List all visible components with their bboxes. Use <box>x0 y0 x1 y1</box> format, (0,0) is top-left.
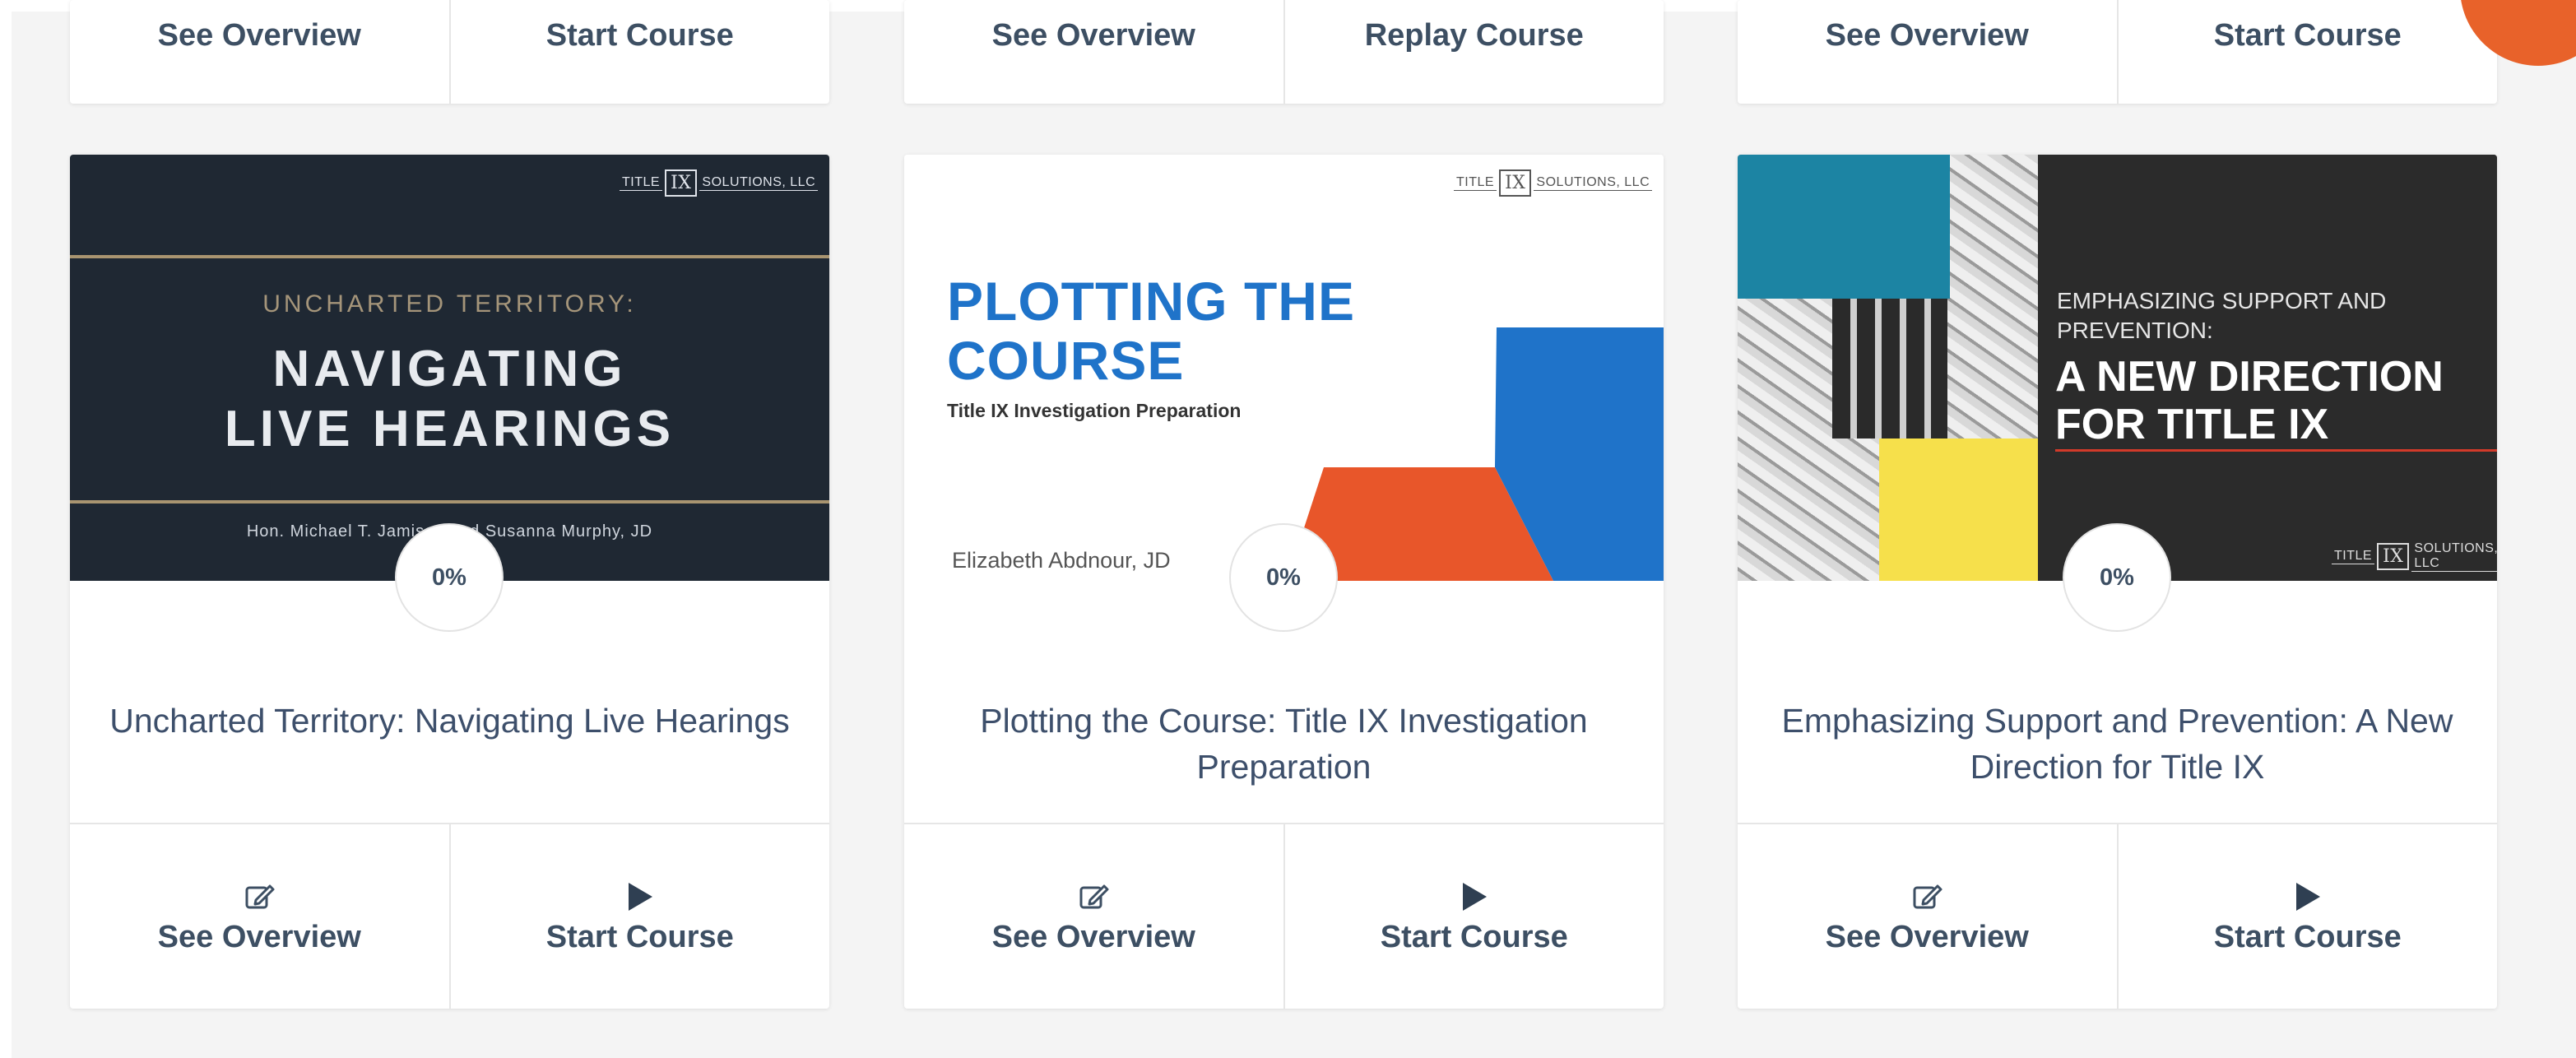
thumbnail-heading-line1: PLOTTING THE <box>947 271 1355 332</box>
see-overview-button[interactable]: See Overview <box>1738 0 2117 104</box>
card-actions: See Overview Start Course <box>70 823 829 1009</box>
thumbnail-heading-line1: A NEW DIRECTION <box>2055 353 2444 401</box>
title-ix-solutions-logo: TITLE IX SOLUTIONS, LLC <box>620 169 819 197</box>
thumbnail-subtitle: Title IX Investigation Preparation <box>947 400 1242 421</box>
thumbnail-kicker: UNCHARTED TERRITORY: <box>262 290 637 318</box>
card-actions: See Overview Start Course <box>1738 0 2497 104</box>
title-ix-solutions-logo: TITLE IX SOLUTIONS, LLC <box>2332 541 2497 572</box>
card-actions: See Overview Start Course <box>1738 823 2497 1009</box>
progress-badge: 0% <box>395 523 504 632</box>
gold-rule-bottom <box>70 500 829 503</box>
course-card-top-2: See Overview Replay Course <box>904 0 1664 104</box>
see-overview-button[interactable]: See Overview <box>1738 824 2117 1009</box>
progress-badge: 0% <box>2063 523 2171 632</box>
course-thumbnail[interactable]: TITLE IX SOLUTIONS, LLC UNCHARTED TERRIT… <box>70 155 829 581</box>
play-icon <box>626 879 654 915</box>
start-course-label: Start Course <box>1380 919 1568 954</box>
course-card-navigating-live-hearings: TITLE IX SOLUTIONS, LLC UNCHARTED TERRIT… <box>70 155 829 1009</box>
see-overview-label: See Overview <box>1825 17 2029 53</box>
collage-yellow-square <box>1879 439 2038 581</box>
thumbnail-heading-line2: LIVE HEARINGS <box>224 401 675 457</box>
logo-text-right: SOLUTIONS, LLC <box>699 175 819 191</box>
collage-puzzle <box>1832 299 1947 439</box>
start-course-button[interactable]: Start Course <box>448 0 830 104</box>
see-overview-label: See Overview <box>1825 919 2029 954</box>
start-course-label: Start Course <box>545 17 734 53</box>
course-card-new-direction-title-ix: EMPHASIZING SUPPORT AND PREVENTION: A NE… <box>1738 155 2497 1009</box>
course-title[interactable]: Uncharted Territory: Navigating Live Hea… <box>103 698 796 744</box>
start-course-button[interactable]: Start Course <box>2116 0 2498 104</box>
logo-ix: IX <box>2377 543 2410 570</box>
course-card-top-3: See Overview Start Course <box>1738 0 2497 104</box>
logo-ix: IX <box>665 169 698 197</box>
replay-course-label: Replay Course <box>1364 17 1584 53</box>
play-icon <box>2294 879 2322 915</box>
edit-icon <box>1910 879 1943 915</box>
red-rule <box>2055 449 2497 452</box>
start-course-label: Start Course <box>2213 17 2402 53</box>
course-thumbnail[interactable]: EMPHASIZING SUPPORT AND PREVENTION: A NE… <box>1738 155 2497 581</box>
logo-text-left: TITLE <box>2332 549 2375 564</box>
card-actions: See Overview Start Course <box>70 0 829 104</box>
start-course-label: Start Course <box>545 919 734 954</box>
see-overview-button[interactable]: See Overview <box>70 824 449 1009</box>
gold-rule-top <box>70 255 829 258</box>
thumbnail-heading-line2: COURSE <box>947 330 1185 391</box>
thumbnail-heading-line1: NAVIGATING <box>272 341 627 397</box>
start-course-button[interactable]: Start Course <box>1283 824 1664 1009</box>
edit-icon <box>243 879 276 915</box>
collage-teal-square <box>1738 155 1950 299</box>
left-edge <box>0 0 12 1058</box>
see-overview-label: See Overview <box>157 919 361 954</box>
start-course-button[interactable]: Start Course <box>2116 824 2498 1009</box>
logo-text-right: SOLUTIONS, LLC <box>2411 541 2497 572</box>
start-course-button[interactable]: Start Course <box>448 824 830 1009</box>
course-title[interactable]: Emphasizing Support and Prevention: A Ne… <box>1771 698 2464 790</box>
progress-badge: 0% <box>1229 523 1338 632</box>
thumbnail-kicker-line1: EMPHASIZING SUPPORT AND <box>2057 288 2387 313</box>
card-actions: See Overview Replay Course <box>904 0 1664 104</box>
thumbnail-author: Elizabeth Abdnour, JD <box>952 548 1171 573</box>
see-overview-label: See Overview <box>991 919 1195 954</box>
logo-text-left: TITLE <box>620 175 663 191</box>
see-overview-button[interactable]: See Overview <box>904 0 1283 104</box>
play-icon <box>1460 879 1488 915</box>
course-title[interactable]: Plotting the Course: Title IX Investigat… <box>937 698 1631 790</box>
course-thumbnail[interactable]: TITLE IX SOLUTIONS, LLC PLOTTING THE COU… <box>904 155 1664 581</box>
thumbnail-kicker-line2: PREVENTION: <box>2057 318 2213 343</box>
see-overview-label: See Overview <box>157 17 361 53</box>
see-overview-button[interactable]: See Overview <box>904 824 1283 1009</box>
thumbnail-heading-line2: FOR TITLE IX <box>2055 401 2329 448</box>
edit-icon <box>1077 879 1110 915</box>
see-overview-button[interactable]: See Overview <box>70 0 449 104</box>
see-overview-label: See Overview <box>991 17 1195 53</box>
course-card-plotting-the-course: TITLE IX SOLUTIONS, LLC PLOTTING THE COU… <box>904 155 1664 1009</box>
replay-course-button[interactable]: Replay Course <box>1283 0 1664 104</box>
start-course-label: Start Course <box>2213 919 2402 954</box>
card-actions: See Overview Start Course <box>904 823 1664 1009</box>
course-card-top-1: See Overview Start Course <box>70 0 829 104</box>
